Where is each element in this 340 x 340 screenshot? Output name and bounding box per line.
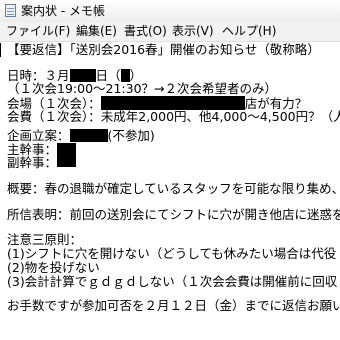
doc-line-subject: 【要返信】「送別会2016春」開催のお知らせ（敬称略） <box>7 42 320 57</box>
doc-line-planner: 企画立案： (不参加) <box>7 128 155 143</box>
doc-line-sub-organizer: 副幹事： <box>7 155 58 170</box>
menu-edit[interactable]: 編集(E) <box>76 24 117 39</box>
redaction-block <box>69 129 108 142</box>
doc-line-statement: 所信表明：前回の送別会にてシフトに穴が開き他店に迷惑を <box>7 207 340 222</box>
doc-line-overview: 概要：春の退職が確定しているスタッフを可能な限り集め、 <box>7 181 340 196</box>
text-editor[interactable]: 【要返信】「送別会2016春」開催のお知らせ（敬称略） 日時：３月 日（） （１次… <box>0 42 340 340</box>
doc-line-rules-heading: 注意三原則： <box>7 232 83 247</box>
doc-line-request: お手数ですが参加可否を２月１２日（金）までに返信お願い <box>7 298 340 313</box>
window-title: 案内状 - メモ帳 <box>21 4 105 18</box>
text-caret <box>0 43 1 57</box>
planner-label: 企画立案： <box>7 128 70 143</box>
doc-line-fee: 会費（１次会）：未成年2,000円、他4,000～4,500円？（人 <box>7 109 340 124</box>
menu-file[interactable]: ファイル(F) <box>6 24 70 39</box>
title-bar[interactable]: 案内状 - メモ帳 <box>0 0 340 23</box>
notepad-icon <box>5 4 16 17</box>
menu-view[interactable]: 表示(V) <box>172 24 214 39</box>
planner-note: (不参加) <box>107 128 155 143</box>
redaction-block <box>100 96 245 110</box>
menu-help[interactable]: ヘルプ(H) <box>222 24 276 39</box>
doc-line-rule-2: (2)物を投げない <box>7 260 100 275</box>
doc-line-rule-3: (3)会計計算でｇｄｇｄしない（１次会会費は開催前に回収 <box>7 274 338 289</box>
menu-format[interactable]: 書式(O) <box>124 24 167 39</box>
doc-line-time: （１次会19:00～21:30？→２次会希望者のみ） <box>7 81 278 96</box>
doc-line-rule-1: (1)シフトに穴を開けない（どうしても休みたい場合は代役 <box>7 246 337 261</box>
redaction-block <box>57 143 76 167</box>
notepad-window: 案内状 - メモ帳 ファイル(F) 編集(E) 書式(O) 表示(V) ヘルプ(… <box>0 0 340 340</box>
menu-bar: ファイル(F) 編集(E) 書式(O) 表示(V) ヘルプ(H) <box>0 22 340 42</box>
